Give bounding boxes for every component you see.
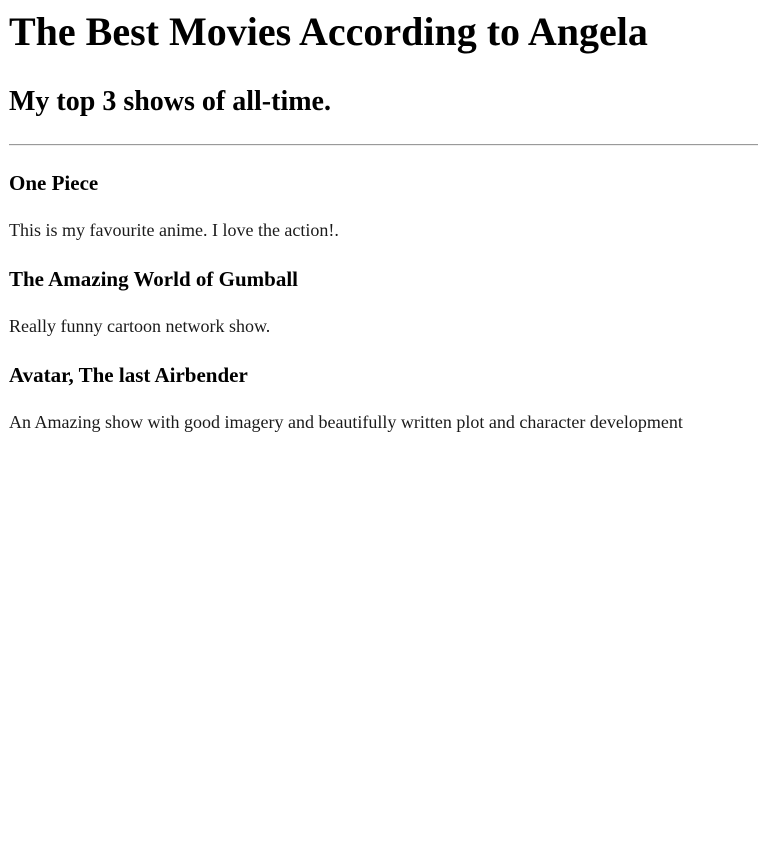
show-item: Avatar, The last Airbender An Amazing sh… [9,337,758,433]
page-title: The Best Movies According to Angela [9,9,648,54]
page-subtitle: My top 3 shows of all-time. [9,86,331,117]
show-list: One Piece This is my favourite anime. I … [9,146,758,433]
show-title: One Piece [9,171,99,195]
show-description: An Amazing show with good imagery and be… [9,412,683,432]
page: The Best Movies According to Angela My t… [0,0,768,433]
show-title: Avatar, The last Airbender [9,363,248,387]
show-description: This is my favourite anime. I love the a… [9,220,339,240]
show-description: Really funny cartoon network show. [9,316,271,336]
show-item: The Amazing World of Gumball Really funn… [9,241,758,337]
show-item: One Piece This is my favourite anime. I … [9,146,758,241]
show-title: The Amazing World of Gumball [9,267,298,291]
